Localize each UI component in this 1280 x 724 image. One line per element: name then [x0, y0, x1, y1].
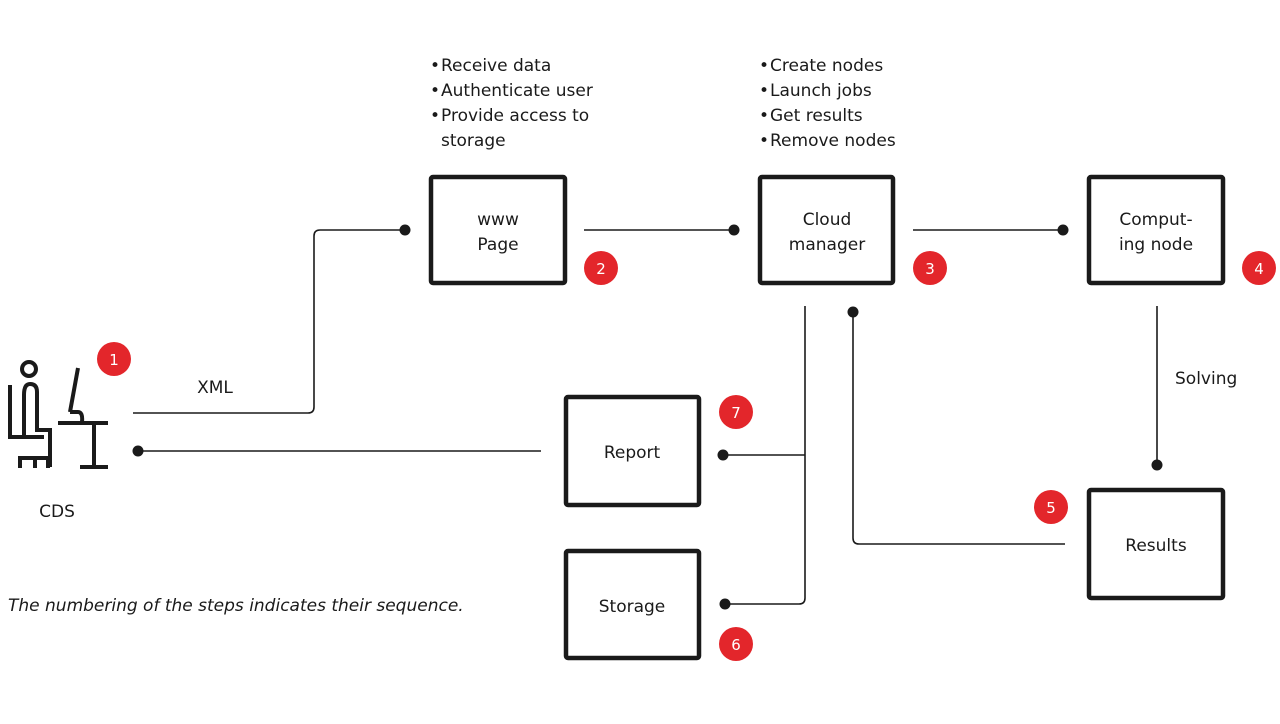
svg-text:•: •: [759, 81, 769, 101]
svg-text:4: 4: [1254, 260, 1264, 278]
xml-label: XML: [197, 378, 233, 398]
person-at-computer-icon: [8, 360, 108, 469]
cloud-manager-bullets: • Create nodes • Launch jobs • Get results …: [759, 56, 896, 151]
svg-text:7: 7: [731, 404, 741, 422]
bullet: Launch jobs: [770, 81, 872, 101]
www-page-line-2: Page: [477, 235, 518, 255]
svg-text:•: •: [759, 131, 769, 151]
bullet-continuation: storage: [441, 131, 506, 151]
report-label: Report: [604, 443, 661, 463]
results-label: Results: [1125, 536, 1187, 556]
bullet: Receive data: [441, 56, 551, 76]
svg-text:•: •: [759, 106, 769, 126]
step-badge-7: 7: [719, 395, 753, 429]
step-badge-2: 2: [584, 251, 618, 285]
step-badge-6: 6: [719, 627, 753, 661]
results-to-cloud-connector: [852, 312, 1065, 545]
sequence-diagram: CDS XML www Page Cloud manager Comput- i…: [8, 56, 1276, 661]
svg-text:2: 2: [596, 260, 606, 278]
svg-text:5: 5: [1046, 499, 1056, 517]
svg-text:3: 3: [925, 260, 935, 278]
cloud-manager-line-2: manager: [789, 235, 865, 255]
svg-text:1: 1: [109, 351, 119, 369]
step-badge-5: 5: [1034, 490, 1068, 524]
bullet: Remove nodes: [770, 131, 896, 151]
www-page-bullets: • Receive data • Authenticate user • Provid…: [430, 56, 593, 151]
solving-label: Solving: [1175, 369, 1237, 389]
computing-node-line-1: Comput-: [1119, 210, 1192, 230]
bullet: Create nodes: [770, 56, 883, 76]
svg-text:•: •: [430, 56, 440, 76]
xml-connector: [133, 229, 405, 414]
storage-label: Storage: [599, 597, 666, 617]
www-page-box: [428, 174, 568, 286]
cds-label: CDS: [39, 502, 75, 522]
svg-text:•: •: [430, 81, 440, 101]
bullet: Provide access to: [441, 106, 589, 126]
step-badge-4: 4: [1242, 251, 1276, 285]
cloud-manager-box: [757, 174, 896, 286]
www-page-line-1: www: [477, 210, 519, 230]
svg-text:6: 6: [731, 636, 741, 654]
computing-node-box: [1086, 174, 1226, 286]
step-badge-3: 3: [913, 251, 947, 285]
bullet: Get results: [770, 106, 863, 126]
cloud-manager-line-1: Cloud: [803, 210, 852, 230]
svg-text:•: •: [430, 106, 440, 126]
bullet: Authenticate user: [441, 81, 593, 101]
computing-node-line-2: ing node: [1119, 235, 1193, 255]
svg-text:•: •: [759, 56, 769, 76]
step-badge-1: 1: [97, 342, 131, 376]
sequence-note: The numbering of the steps indicates the…: [8, 596, 464, 616]
